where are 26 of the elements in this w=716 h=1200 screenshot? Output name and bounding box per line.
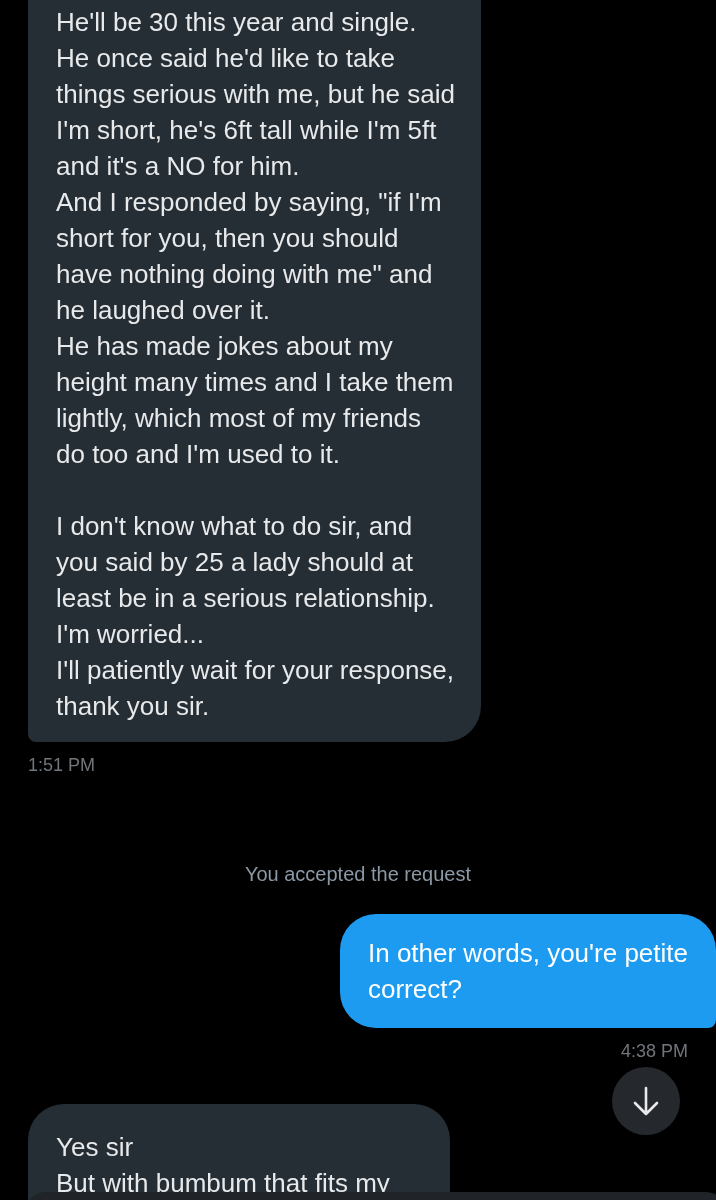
message-text: short for you, then you should — [56, 222, 400, 255]
message-text: He'll be 30 this year and single. — [56, 6, 418, 39]
message-text: things serious with me, but he said — [56, 78, 455, 111]
message-time: 4:38 PM — [620, 1040, 688, 1062]
message-text: have nothing doing with me" and — [56, 258, 434, 291]
message-text: lightly, which most of my friends — [56, 402, 423, 435]
message-text: He once said he'd like to take — [56, 42, 396, 75]
message-time: 1:51 PM — [28, 754, 96, 776]
message-text: In other words, you're petite — [367, 937, 688, 970]
message-text: he laughed over it. — [56, 294, 271, 327]
message-text: correct? — [367, 973, 463, 1006]
message-text: I'm short, he's 6ft tall while I'm 5ft — [56, 114, 438, 147]
message-text: And I responded by saying, "if I'm — [56, 186, 443, 219]
down-arrow-icon — [633, 1086, 659, 1116]
message-text: least be in a serious relationship. — [56, 582, 436, 615]
message-text: height many times and I take them — [56, 366, 455, 399]
notice-text: You accepted the request — [244, 863, 472, 885]
message-text: you said by 25 a lady should at — [56, 546, 415, 579]
message-text: I don't know what to do sir, and — [56, 510, 414, 543]
message-text: I'll patiently wait for your response, — [56, 654, 455, 687]
message-text: do too and I'm used to it. — [56, 438, 341, 471]
message-text: thank you sir. — [56, 690, 211, 723]
message-text: I'm worried... — [56, 618, 205, 651]
message-text: and it's a NO for him. — [56, 150, 301, 183]
message-text: Yes sir — [56, 1131, 135, 1164]
message-text: He has made jokes about my — [56, 330, 394, 363]
